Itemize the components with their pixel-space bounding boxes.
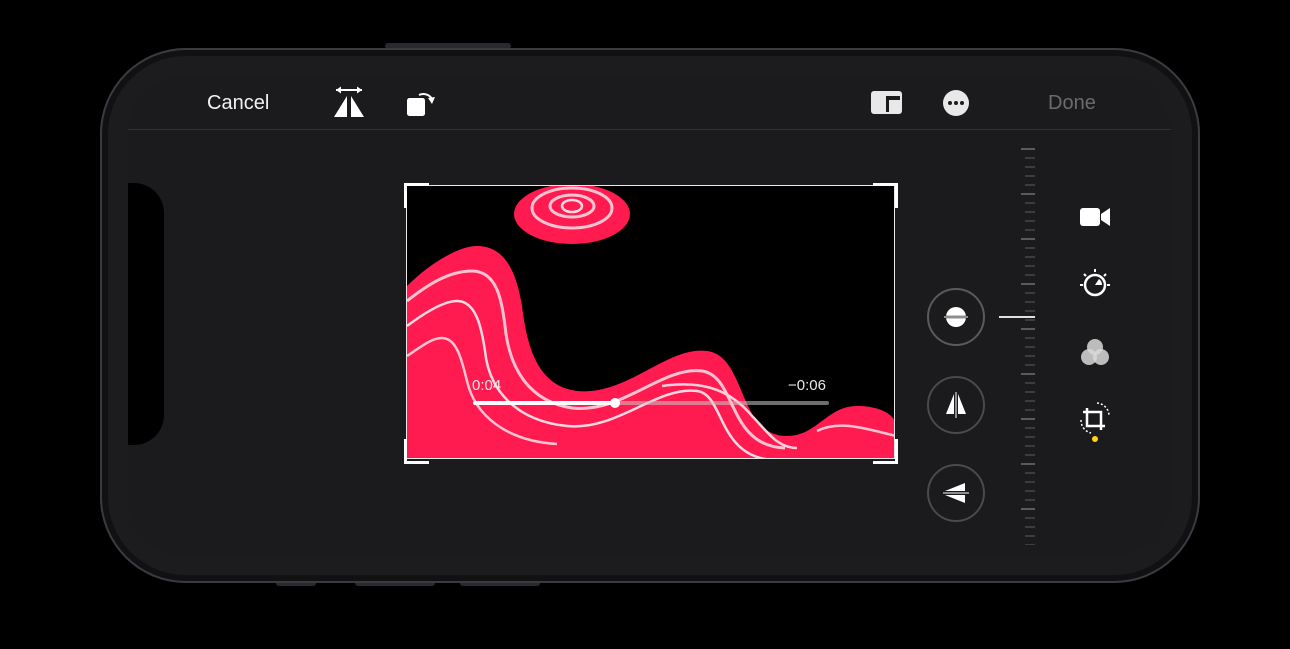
straighten-icon xyxy=(942,303,970,336)
video-frame[interactable]: 0:04 −0:06 xyxy=(406,185,895,459)
remaining-time: −0:06 xyxy=(788,377,826,394)
scrubber-track[interactable] xyxy=(473,398,829,408)
crop-handle-bottom-left[interactable] xyxy=(404,439,429,464)
edit-toolbar: Cancel Done xyxy=(128,75,1171,130)
adjustment-dial[interactable] xyxy=(1021,145,1037,545)
selected-indicator xyxy=(1092,436,1098,442)
crop-rotate-icon[interactable] xyxy=(1077,400,1113,449)
photo-edit-screen: Cancel Done 0:04 −0:06 xyxy=(128,75,1171,556)
rotate-icon[interactable] xyxy=(405,87,437,124)
notch xyxy=(128,183,164,445)
flip-horizontal-icon[interactable] xyxy=(332,85,366,124)
done-button[interactable]: Done xyxy=(1048,92,1096,115)
adjust-dial-icon[interactable] xyxy=(1077,265,1113,306)
scrubber-progress xyxy=(473,401,616,405)
vertical-perspective-icon xyxy=(944,392,968,423)
vertical-perspective-button[interactable] xyxy=(927,376,985,434)
horizontal-perspective-button[interactable] xyxy=(927,464,985,522)
cancel-button[interactable]: Cancel xyxy=(207,92,269,115)
crop-handle-top-right[interactable] xyxy=(873,183,898,208)
aspect-ratio-icon[interactable] xyxy=(871,90,903,121)
horizontal-perspective-icon xyxy=(943,481,969,510)
straighten-button[interactable] xyxy=(927,288,985,346)
more-options-icon[interactable] xyxy=(942,89,970,122)
video-camera-icon[interactable] xyxy=(1079,205,1111,234)
filters-icon[interactable] xyxy=(1079,337,1111,372)
neon-sign-image xyxy=(407,186,894,458)
crop-handle-top-left[interactable] xyxy=(404,183,429,208)
crop-handle-bottom-right[interactable] xyxy=(873,439,898,464)
elapsed-time: 0:04 xyxy=(472,377,502,394)
